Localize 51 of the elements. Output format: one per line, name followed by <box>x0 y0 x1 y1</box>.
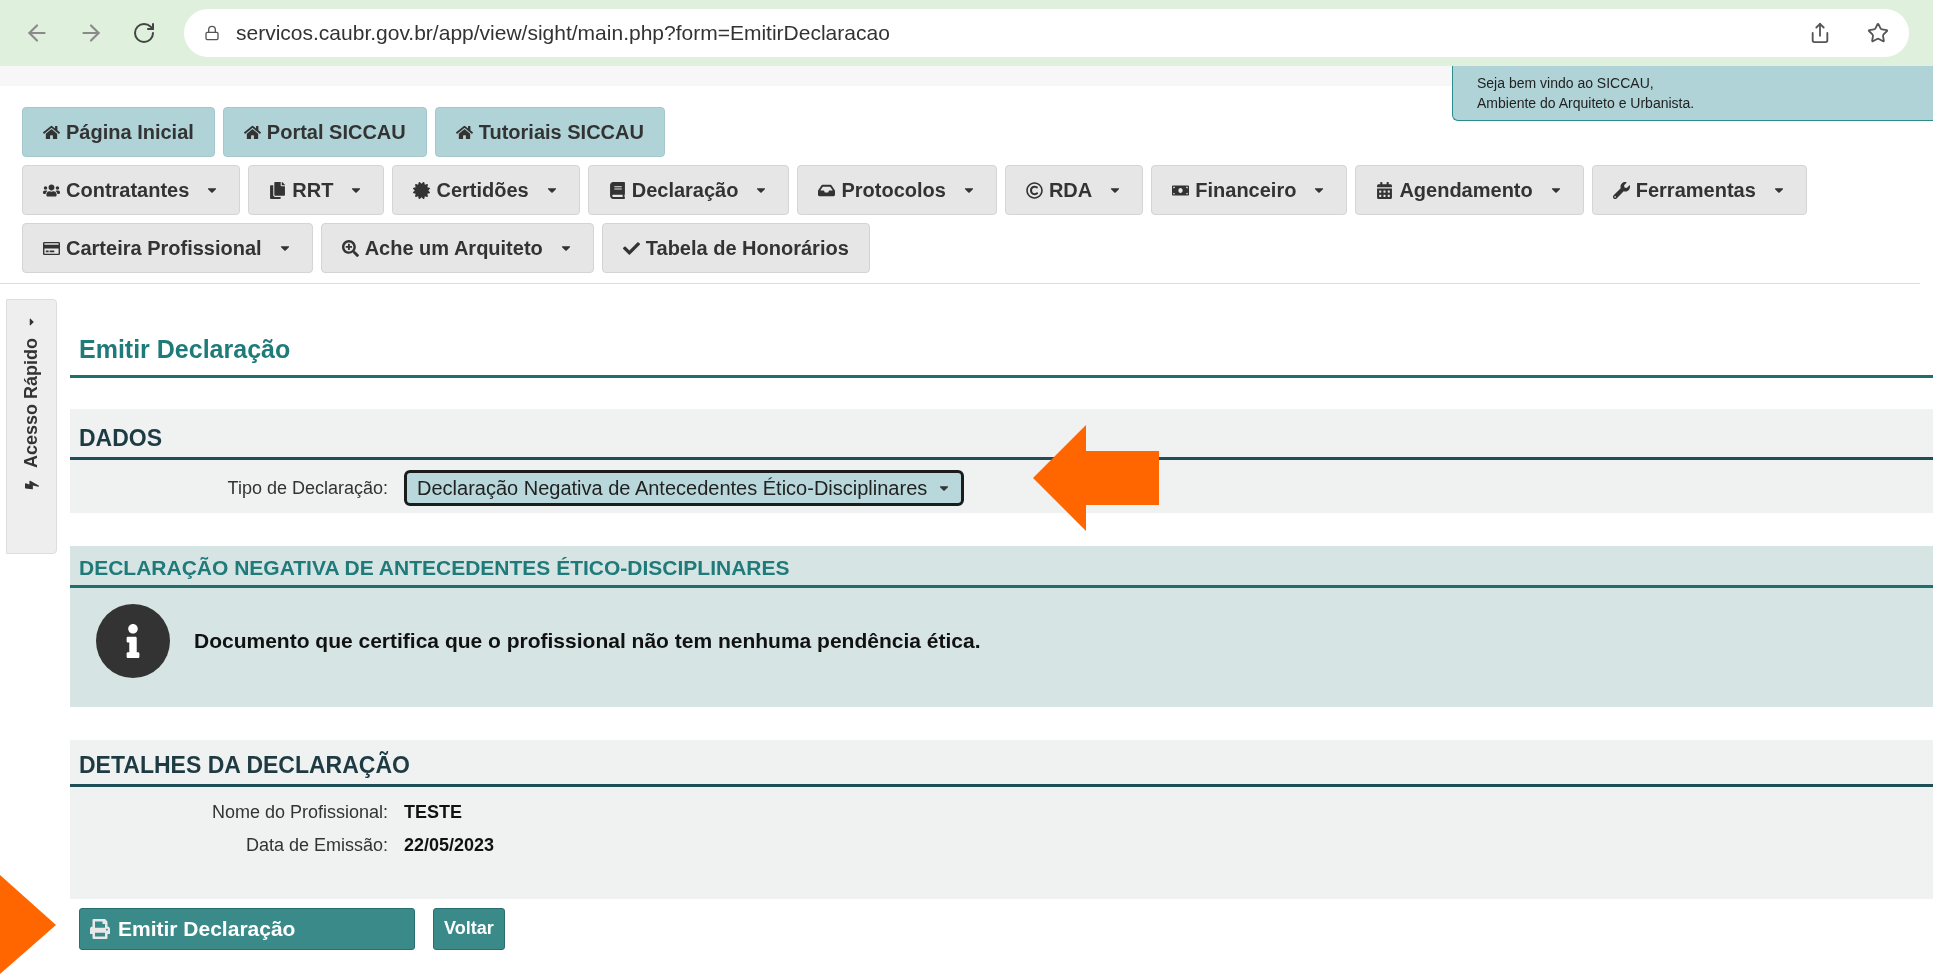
credit-card-icon <box>43 239 60 257</box>
copyright-icon <box>1025 181 1043 199</box>
nav-button[interactable]: Tabela de Honorários <box>601 223 870 273</box>
field-label: Tipo de Declaração: <box>226 476 389 500</box>
quick-access-label: Acesso Rápido <box>20 338 42 469</box>
nav-button[interactable]: Protocolos <box>797 165 997 215</box>
wrench-icon <box>1612 181 1630 199</box>
back-button[interactable]: Voltar <box>433 907 505 950</box>
nav-button[interactable]: Declaração <box>587 165 790 215</box>
url-text: servicos.caubr.gov.br/app/view/sight/main.php?form=EmitirDeclaracao <box>236 20 891 47</box>
home-icon <box>455 123 473 141</box>
nav-button[interactable]: Ferramentas <box>1591 165 1807 215</box>
calendar-icon <box>1376 181 1394 199</box>
nav-button[interactable]: Agendamento <box>1355 165 1584 215</box>
page-title: Emitir Declaração <box>79 334 292 365</box>
nav-button[interactable]: Carteira Profissional <box>22 223 313 273</box>
zoom-in-icon <box>341 239 359 257</box>
field-label: Data de Emissão: <box>244 834 389 857</box>
lock-icon <box>204 25 220 41</box>
nav-button[interactable]: Contratantes <box>22 165 241 215</box>
seal-icon <box>413 181 431 199</box>
nav-button[interactable]: Financeiro <box>1151 165 1348 215</box>
issue-button[interactable]: Emitir Declaração <box>79 907 415 950</box>
quick-access-tab[interactable]: Acesso Rápido <box>6 299 57 554</box>
nav-button[interactable]: Tutoriais SICCAU <box>434 107 665 157</box>
address-bar[interactable]: servicos.caubr.gov.br/app/view/sight/main.php?form=EmitirDeclaracao <box>184 9 1909 57</box>
section-heading: DECLARAÇÃO NEGATIVA DE ANTECEDENTES ÉTICO-DISCIPLINARES <box>79 554 791 581</box>
home-icon <box>243 123 261 141</box>
printer-icon <box>90 918 110 939</box>
nav-button[interactable]: Página Inicial <box>22 107 215 157</box>
section-heading: DADOS <box>79 423 164 453</box>
check-icon <box>622 239 640 257</box>
welcome-text: Seja bem vindo ao SICCAU, <box>1477 74 1655 93</box>
home-icon <box>43 123 60 141</box>
bookmark-icon[interactable] <box>1867 22 1889 44</box>
nav-button[interactable]: Ache um Arquiteto <box>320 223 594 273</box>
reload-icon[interactable] <box>132 21 156 45</box>
declaration-type-select[interactable]: Declaração Negativa de Antecedentes Ético-Disciplinares <box>404 470 965 506</box>
field-value: 22/05/2023 <box>404 834 495 857</box>
info-message: Documento que certifica que o profissional não tem nenhuma pendência ética. <box>194 628 981 655</box>
field-label: Nome do Profissional: <box>210 801 389 824</box>
nav-button[interactable]: RDA <box>1004 165 1144 215</box>
field-value: TESTE <box>404 801 462 824</box>
nav-button[interactable]: Portal SICCAU <box>222 107 427 157</box>
nav-button[interactable]: RRT <box>248 165 385 215</box>
welcome-text: Ambiente do Arquiteto e Urbanista. <box>1477 94 1696 113</box>
section-heading: DETALHES DA DECLARAÇÃO <box>79 750 411 780</box>
documents-icon <box>269 181 287 199</box>
book-icon <box>608 181 626 199</box>
nav-button[interactable]: Certidões <box>392 165 580 215</box>
share-icon[interactable] <box>1809 22 1831 44</box>
